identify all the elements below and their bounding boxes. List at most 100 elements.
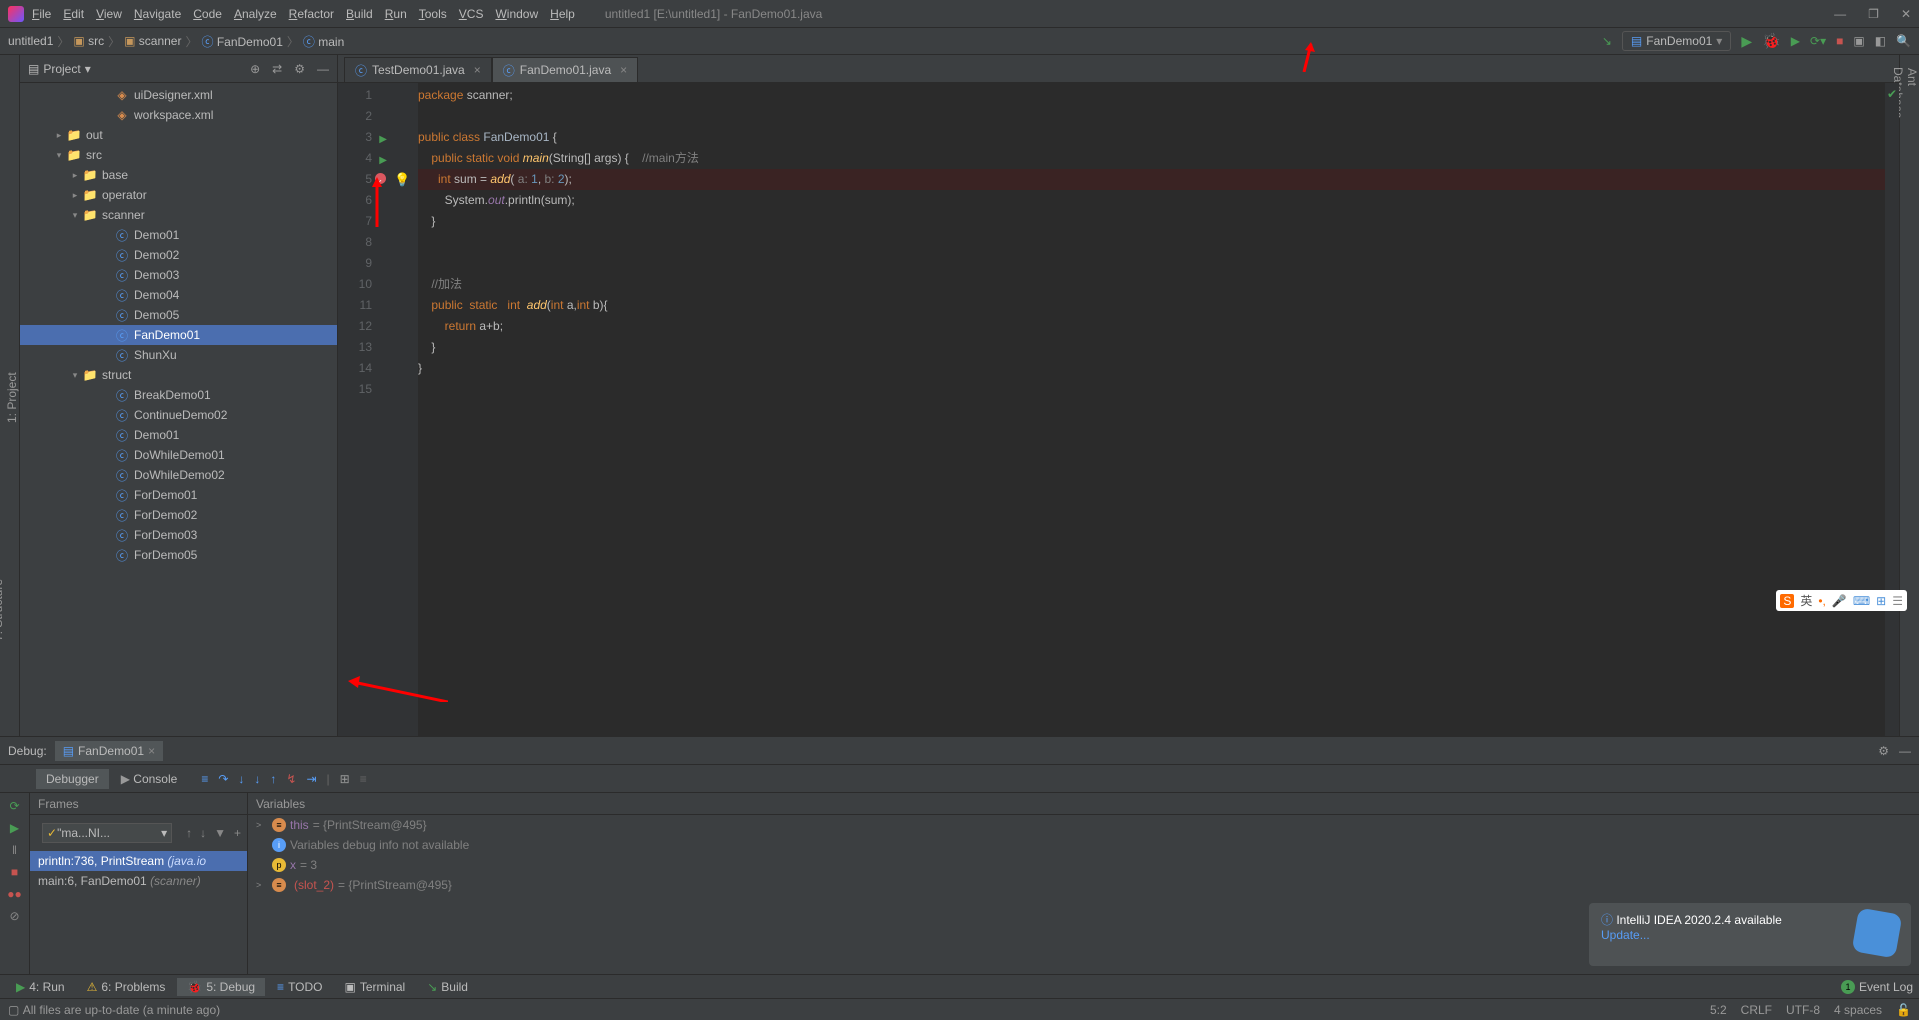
stop-debug-icon[interactable]: ■	[11, 865, 18, 879]
profile-icon[interactable]: ⟳▾	[1810, 34, 1826, 48]
lock-icon[interactable]: 🔓	[1896, 1003, 1911, 1017]
breadcrumb-item[interactable]: ⓒ main	[303, 33, 344, 50]
stop-icon[interactable]: ■	[1836, 34, 1843, 48]
rerun-icon[interactable]: ⟳	[9, 799, 19, 813]
breadcrumb-item[interactable]: untitled1	[8, 34, 53, 48]
tree-item[interactable]: ⓒDemo05	[20, 305, 337, 325]
tree-item[interactable]: ⓒDoWhileDemo02	[20, 465, 337, 485]
frame-filter-icon[interactable]: ▼	[214, 826, 226, 840]
breakpoints-icon[interactable]: ●●	[7, 887, 22, 901]
tree-item[interactable]: ⓒBreakDemo01	[20, 385, 337, 405]
menu-build[interactable]: Build	[346, 7, 373, 21]
tree-item[interactable]: ◈uiDesigner.xml	[20, 85, 337, 105]
update-notification[interactable]: ⓘ IntelliJ IDEA 2020.2.4 available Updat…	[1589, 903, 1911, 966]
show-execution-icon[interactable]: ≡	[201, 772, 208, 786]
menu-vcs[interactable]: VCS	[459, 7, 484, 21]
force-step-into-icon[interactable]: ↓	[254, 772, 260, 786]
evaluate-icon[interactable]: ⊞	[340, 772, 350, 786]
tree-item[interactable]: ▸📁base	[20, 165, 337, 185]
build-tab[interactable]: ↘ Build	[417, 978, 478, 996]
problems-tab[interactable]: ⚠ 6: Problems	[77, 978, 176, 996]
tree-item[interactable]: ⓒForDemo03	[20, 525, 337, 545]
menu-refactor[interactable]: Refactor	[289, 7, 334, 21]
status-icon[interactable]: ▢	[8, 1003, 19, 1017]
event-log-tab[interactable]: Event Log	[1859, 980, 1913, 994]
tree-item[interactable]: ▸📁operator	[20, 185, 337, 205]
step-over-icon[interactable]: ↷	[218, 772, 228, 786]
terminal-tab[interactable]: ▣ Terminal	[335, 978, 416, 996]
variable-row[interactable]: p x = 3	[248, 855, 1919, 875]
frame-down-icon[interactable]: ↓	[200, 826, 206, 840]
tree-item[interactable]: ▸📁out	[20, 125, 337, 145]
tree-item[interactable]: ⓒForDemo01	[20, 485, 337, 505]
menu-navigate[interactable]: Navigate	[134, 7, 181, 21]
hide-icon[interactable]: —	[317, 62, 329, 76]
editor-tab[interactable]: ⓒTestDemo01.java×	[344, 57, 492, 82]
layout-icon[interactable]: ▣	[1853, 34, 1864, 48]
breadcrumb-item[interactable]: ▣ src	[73, 34, 104, 48]
thread-selector[interactable]: ✓ "ma...NI...▾	[42, 823, 172, 843]
tree-item[interactable]: ▾📁scanner	[20, 205, 337, 225]
tree-item[interactable]: ▾📁src	[20, 145, 337, 165]
menu-edit[interactable]: Edit	[63, 7, 84, 21]
run-config-selector[interactable]: ▤ FanDemo01 ▾	[1622, 31, 1731, 51]
mute-bp-icon[interactable]: ⊘	[9, 909, 19, 923]
stack-frame[interactable]: main:6, FanDemo01 (scanner)	[30, 871, 247, 891]
project-tree[interactable]: ◈uiDesigner.xml◈workspace.xml▸📁out▾📁src▸…	[20, 83, 337, 736]
tree-item[interactable]: ⓒForDemo02	[20, 505, 337, 525]
menu-run[interactable]: Run	[385, 7, 407, 21]
ime-toolbar[interactable]: S 英•, 🎤⌨⊞☰	[1776, 590, 1907, 611]
run-to-cursor-icon[interactable]: ⇥	[306, 772, 316, 786]
frame-add-icon[interactable]: +	[234, 826, 241, 840]
debug-session-tab[interactable]: ▤FanDemo01×	[55, 741, 163, 761]
drop-frame-icon[interactable]: ↯	[286, 772, 296, 786]
tree-item[interactable]: ⓒContinueDemo02	[20, 405, 337, 425]
vcs-icon[interactable]: ◧	[1875, 34, 1886, 48]
minimize-icon[interactable]: —	[1834, 7, 1846, 21]
code-area[interactable]: package scanner;public class FanDemo01 {…	[418, 83, 1885, 736]
tree-item[interactable]: ▾📁struct	[20, 365, 337, 385]
variable-row[interactable]: i Variables debug info not available	[248, 835, 1919, 855]
stack-frame[interactable]: println:736, PrintStream (java.io	[30, 851, 247, 871]
console-tab[interactable]: ▶ Console	[111, 769, 188, 789]
expand-icon[interactable]: ⇄	[272, 62, 282, 76]
step-into-icon[interactable]: ↓	[238, 772, 244, 786]
resume-icon[interactable]: ▶	[10, 821, 19, 835]
coverage-icon[interactable]: ▶	[1791, 34, 1800, 48]
menu-window[interactable]: Window	[495, 7, 538, 21]
run-icon[interactable]: ▶	[1741, 33, 1752, 50]
pause-icon[interactable]: ‖	[12, 843, 17, 857]
breadcrumb-item[interactable]: ⓒ FanDemo01	[201, 33, 282, 50]
tree-item[interactable]: ⓒShunXu	[20, 345, 337, 365]
editor-tab[interactable]: ⓒFanDemo01.java×	[492, 57, 638, 82]
maximize-icon[interactable]: ❐	[1868, 7, 1879, 21]
menu-tools[interactable]: Tools	[419, 7, 447, 21]
step-out-icon[interactable]: ↑	[270, 772, 276, 786]
indent-info[interactable]: 4 spaces	[1834, 1003, 1882, 1017]
variable-row[interactable]: >≡ this = {PrintStream@495}	[248, 815, 1919, 835]
todo-tab[interactable]: ≡ TODO	[267, 978, 332, 996]
frame-up-icon[interactable]: ↑	[186, 826, 192, 840]
tree-item[interactable]: ⓒForDemo05	[20, 545, 337, 565]
tree-item[interactable]: ⓒFanDemo01	[20, 325, 337, 345]
menu-help[interactable]: Help	[550, 7, 575, 21]
tree-item[interactable]: ⓒDemo04	[20, 285, 337, 305]
project-tool-button[interactable]: 1: Project	[5, 64, 19, 731]
ant-tool-button[interactable]: Ant	[1905, 68, 1919, 731]
menu-analyze[interactable]: Analyze	[234, 7, 277, 21]
debug-settings-icon[interactable]: ⚙	[1878, 744, 1889, 758]
menu-file[interactable]: File	[32, 7, 51, 21]
tree-item[interactable]: ⓒDemo03	[20, 265, 337, 285]
tree-item[interactable]: ⓒDemo01	[20, 225, 337, 245]
caret-position[interactable]: 5:2	[1710, 1003, 1727, 1017]
run-tab[interactable]: ▶ 4: Run	[6, 978, 75, 996]
structure-tool-button[interactable]: 7: Structure	[0, 489, 5, 731]
trace-icon[interactable]: ≡	[360, 772, 367, 786]
close-icon[interactable]: ✕	[1901, 7, 1911, 21]
tree-item[interactable]: ◈workspace.xml	[20, 105, 337, 125]
gear-icon[interactable]: ⚙	[294, 62, 305, 76]
search-icon[interactable]: 🔍	[1896, 34, 1911, 48]
variable-row[interactable]: >≡ (slot_2) = {PrintStream@495}	[248, 875, 1919, 895]
debug-tab[interactable]: 🐞 5: Debug	[177, 978, 265, 996]
debugger-tab[interactable]: Debugger	[36, 769, 109, 789]
